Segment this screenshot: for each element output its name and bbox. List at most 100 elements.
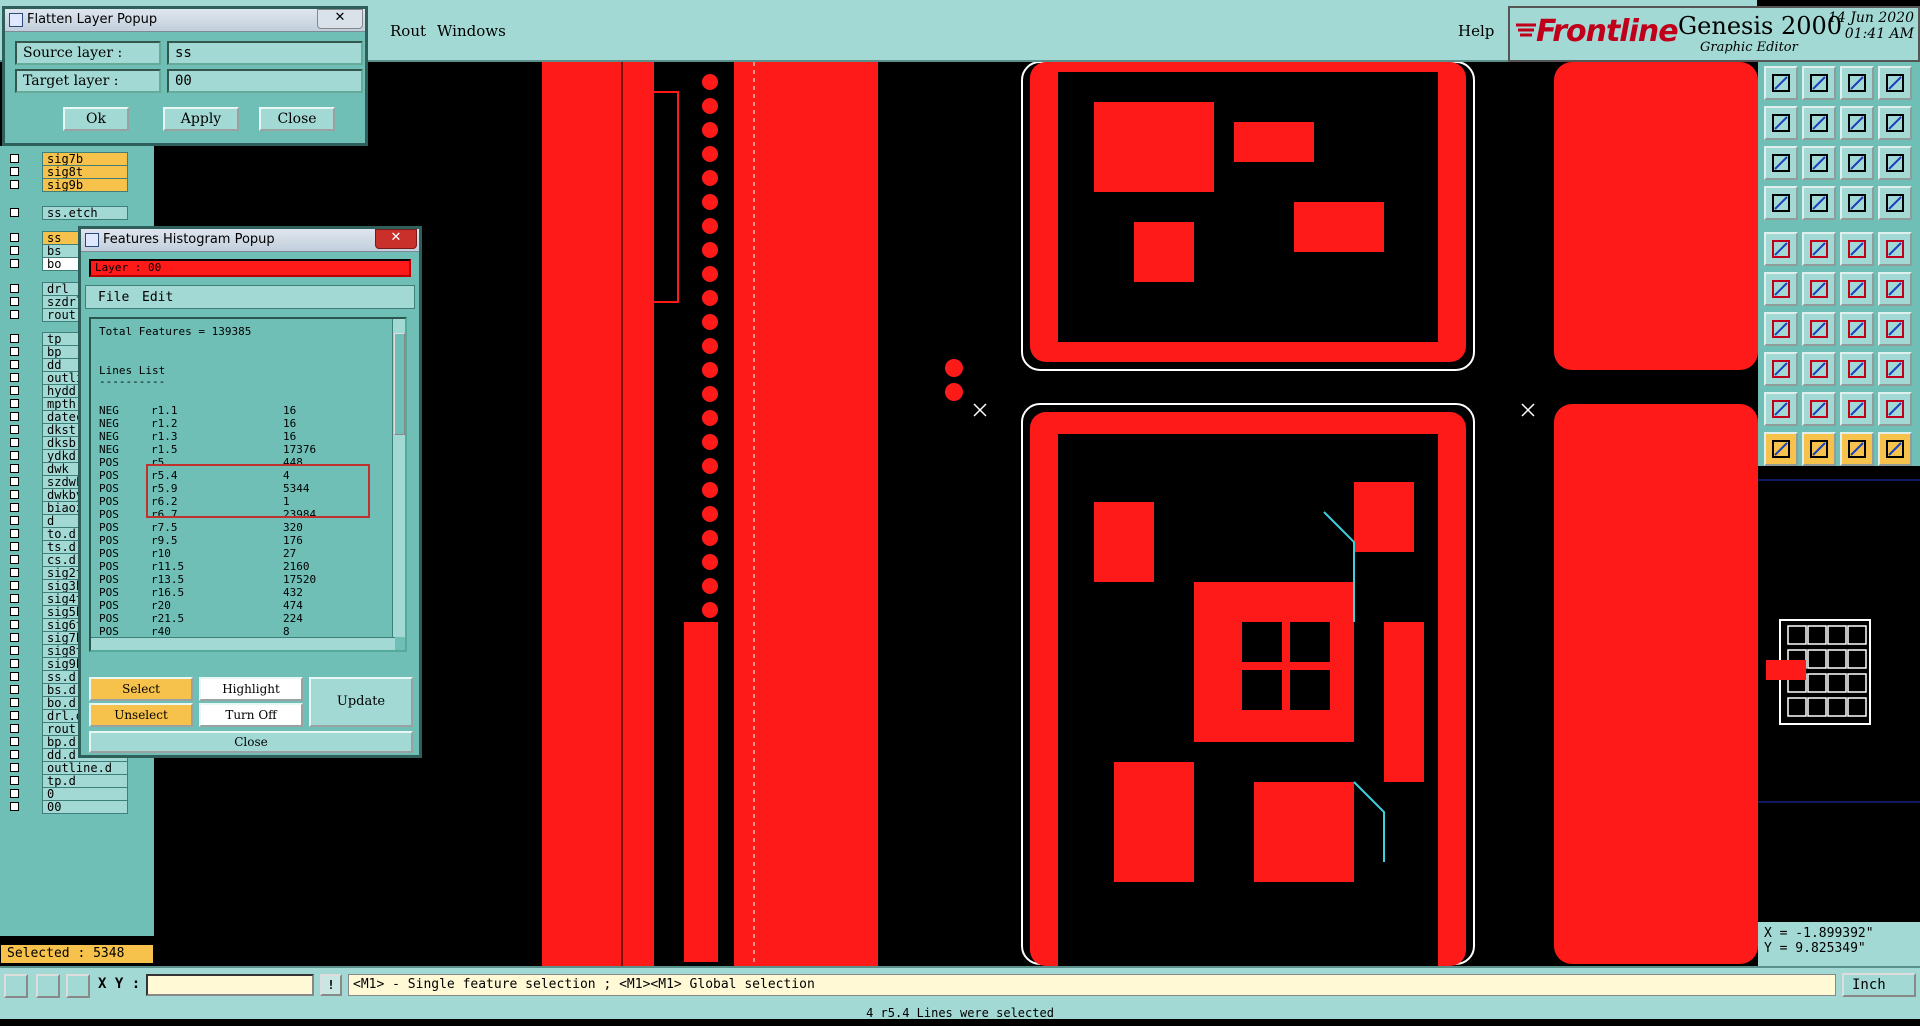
unselect-button[interactable]: Unselect	[89, 703, 193, 727]
layer-checkbox[interactable]	[10, 789, 19, 798]
route-icon[interactable]	[1878, 272, 1912, 306]
snap-icon[interactable]	[1878, 186, 1912, 220]
layer-checkbox[interactable]	[10, 310, 19, 319]
layer-name[interactable]: sig7b	[42, 152, 128, 166]
menu-help[interactable]: Help	[1458, 22, 1494, 40]
layer-name[interactable]: tp.d	[42, 774, 128, 788]
open-job-icon[interactable]	[1764, 66, 1798, 100]
pad-icon[interactable]	[1764, 232, 1798, 266]
measure-icon[interactable]	[36, 974, 60, 998]
split-icon[interactable]	[1878, 312, 1912, 346]
layer-checkbox[interactable]	[10, 259, 19, 268]
shape-icon[interactable]	[1802, 232, 1836, 266]
layer-checkbox[interactable]	[10, 347, 19, 356]
zoom-center-icon[interactable]	[1802, 146, 1836, 180]
layer-checkbox[interactable]	[10, 284, 19, 293]
layers-icon[interactable]	[1840, 186, 1874, 220]
layer-checkbox[interactable]	[10, 542, 19, 551]
scroll-thumb[interactable]	[394, 333, 405, 435]
turn-off-button[interactable]: Turn Off	[199, 703, 303, 727]
layer-checkbox[interactable]	[10, 711, 19, 720]
overview-map[interactable]	[1758, 470, 1920, 920]
redraw-icon[interactable]	[1840, 106, 1874, 140]
layer-checkbox[interactable]	[10, 373, 19, 382]
trim-icon[interactable]	[1802, 352, 1836, 386]
layer-checkbox[interactable]	[10, 685, 19, 694]
feature-row[interactable]: NEG r1.2 16	[99, 417, 399, 430]
feature-row[interactable]: NEG r1.3 16	[99, 430, 399, 443]
select-net-icon[interactable]	[1840, 432, 1874, 466]
close-button[interactable]: Close	[259, 107, 335, 131]
zoom-next-icon[interactable]	[1802, 106, 1836, 140]
target-layer-input[interactable]: 00	[167, 69, 363, 93]
layer-name[interactable]: ss.etch	[42, 206, 128, 220]
layer-checkbox[interactable]	[10, 425, 19, 434]
layer-checkbox[interactable]	[10, 503, 19, 512]
layer-checkbox[interactable]	[10, 334, 19, 343]
feature-row[interactable]: POS r20 474	[99, 599, 399, 612]
add-pad-icon[interactable]	[1764, 352, 1798, 386]
layer-checkbox[interactable]	[10, 646, 19, 655]
scale-icon[interactable]	[1840, 146, 1874, 180]
connect-icon[interactable]	[1764, 272, 1798, 306]
delete-icon[interactable]	[1802, 272, 1836, 306]
ok-button[interactable]: Ok	[63, 107, 129, 131]
grid-icon[interactable]	[66, 974, 90, 998]
horizontal-scrollbar[interactable]	[91, 637, 395, 650]
select-icon[interactable]	[1764, 432, 1798, 466]
exclaim-button[interactable]: !	[320, 974, 342, 996]
circle-icon[interactable]	[1878, 232, 1912, 266]
layer-checkbox[interactable]	[10, 607, 19, 616]
menu-file[interactable]: File	[98, 290, 129, 305]
layer-checkbox[interactable]	[10, 477, 19, 486]
layer-checkbox[interactable]	[10, 659, 19, 668]
layer-checkbox[interactable]	[10, 297, 19, 306]
menu-windows[interactable]: Windows	[437, 22, 506, 40]
layer-checkbox[interactable]	[10, 529, 19, 538]
layer-row[interactable]: 00	[6, 800, 128, 815]
layer-checkbox[interactable]	[10, 568, 19, 577]
select-button[interactable]: Select	[89, 677, 193, 701]
layer-checkbox[interactable]	[10, 412, 19, 421]
close-icon[interactable]: ✕	[317, 9, 363, 29]
feature-row[interactable]: POS r9.5 176	[99, 534, 399, 547]
feature-row[interactable]: POS r21.5 224	[99, 612, 399, 625]
snap-icon[interactable]	[4, 974, 28, 998]
line-icon[interactable]	[1840, 232, 1874, 266]
rotate-icon[interactable]	[1840, 312, 1874, 346]
layer-name[interactable]: outline.d	[42, 761, 128, 775]
move-icon[interactable]	[1840, 272, 1874, 306]
feature-row[interactable]: NEG r1.1 16	[99, 404, 399, 417]
layer-checkbox[interactable]	[10, 399, 19, 408]
query-icon[interactable]	[1878, 146, 1912, 180]
layer-checkbox[interactable]	[10, 167, 19, 176]
feature-row[interactable]: NEG r1.5 17376	[99, 443, 399, 456]
update-button[interactable]: Update	[309, 677, 413, 727]
layer-checkbox[interactable]	[10, 154, 19, 163]
layer-checkbox[interactable]	[10, 451, 19, 460]
layer-checkbox[interactable]	[10, 581, 19, 590]
features-list[interactable]: Total Features = 139385 Lines List -----…	[89, 317, 407, 652]
layer-checkbox[interactable]	[10, 763, 19, 772]
home-icon[interactable]	[1840, 66, 1874, 100]
cut-icon[interactable]	[1802, 312, 1836, 346]
zoom-prev-icon[interactable]	[1764, 106, 1798, 140]
layer-checkbox[interactable]	[10, 750, 19, 759]
layer-checkbox[interactable]	[10, 620, 19, 629]
layer-checkbox[interactable]	[10, 438, 19, 447]
fill-icon[interactable]	[1840, 392, 1874, 426]
feature-row[interactable]: POS r10 27	[99, 547, 399, 560]
layer-name[interactable]: 00	[42, 800, 128, 814]
menu-rout[interactable]: Rout	[390, 22, 426, 40]
save-icon[interactable]	[1802, 66, 1836, 100]
source-layer-input[interactable]: ss	[167, 41, 363, 65]
measure-icon[interactable]	[1764, 186, 1798, 220]
apply-button[interactable]: Apply	[163, 107, 239, 131]
histogram-popup-titlebar[interactable]: Features Histogram Popup	[81, 229, 419, 252]
select-all-icon[interactable]	[1878, 432, 1912, 466]
layer-checkbox[interactable]	[10, 672, 19, 681]
histogram-close-button[interactable]: Close	[89, 731, 413, 753]
layer-checkbox[interactable]	[10, 490, 19, 499]
feature-row[interactable]: POS r7.5 320	[99, 521, 399, 534]
units-selector[interactable]: Inch	[1842, 973, 1916, 997]
